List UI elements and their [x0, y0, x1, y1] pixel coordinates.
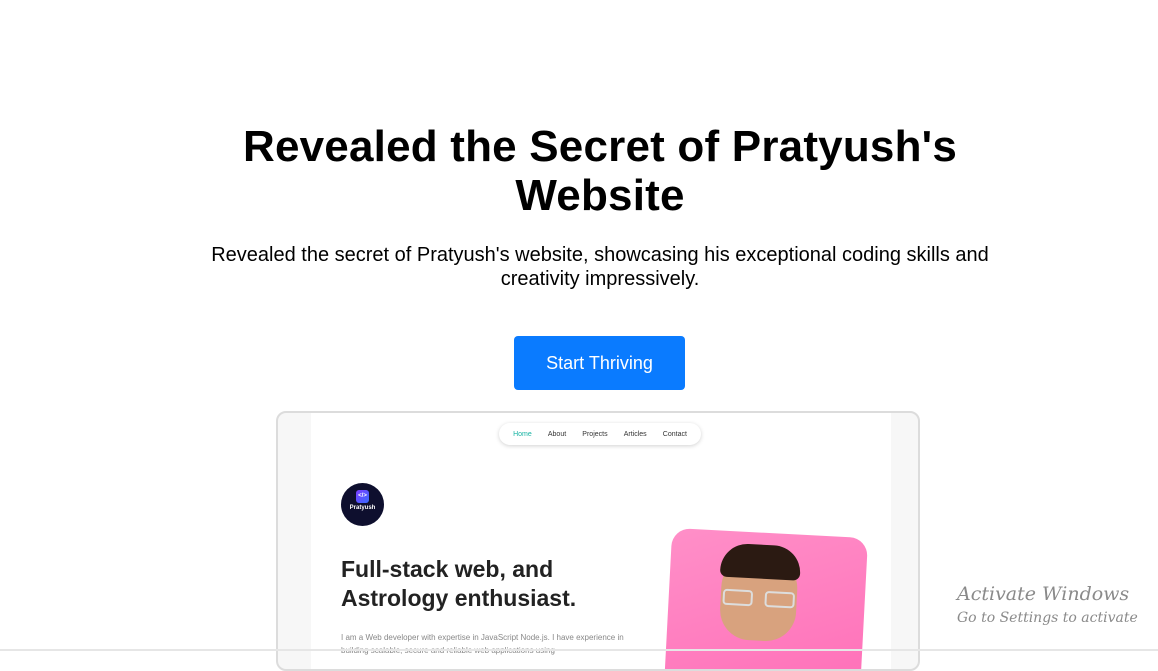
preview-title-line-2: Astrology enthusiast. [341, 585, 577, 611]
subheadline-line-1: Revealed the secret of Pratyush's websit… [211, 244, 989, 266]
start-thriving-button[interactable]: Start Thriving [514, 336, 685, 390]
preview-nav-projects: Projects [582, 430, 608, 438]
subheadline-line-2: creativity impressively. [500, 268, 700, 290]
preview-nav-about: About [547, 430, 567, 438]
photo-hair [719, 542, 802, 581]
watermark-title: Activate Windows [957, 583, 1130, 605]
preview-nav-contact: Contact [662, 430, 687, 438]
page-headline: Revealed the Secret of Pratyush's Websit… [200, 122, 1000, 220]
landing-page: Revealed the Secret of Pratyush's Websit… [0, 0, 1158, 671]
preview-nav-home: Home [513, 430, 532, 438]
preview-logo: </> Pratyush [341, 483, 384, 526]
preview-title-line-1: Full-stack web, and [341, 556, 554, 582]
photo-glasses [722, 588, 796, 611]
preview-title: Full-stack web, and Astrology enthusiast… [341, 555, 641, 613]
activate-windows-watermark: Activate Windows Go to Settings to activ… [957, 580, 1157, 628]
page-subheadline: Revealed the secret of Pratyush's websit… [170, 243, 1030, 291]
code-icon: </> [356, 490, 369, 503]
preview-nav-bar: Home About Projects Articles Contact [499, 423, 701, 445]
watermark-subtitle: Go to Settings to activate [957, 610, 1138, 626]
preview-nav-articles: Articles [623, 430, 647, 438]
headline-line-1: Revealed the Secret of Pratyush's [242, 122, 958, 171]
preview-logo-text: Pratyush [349, 505, 376, 511]
preview-page: Home About Projects Articles Contact </>… [311, 413, 891, 669]
website-preview-image: Home About Projects Articles Contact </>… [276, 411, 920, 671]
preview-body-text: I am a Web developer with expertise in J… [341, 633, 624, 655]
headline-line-2: Website [515, 171, 685, 220]
